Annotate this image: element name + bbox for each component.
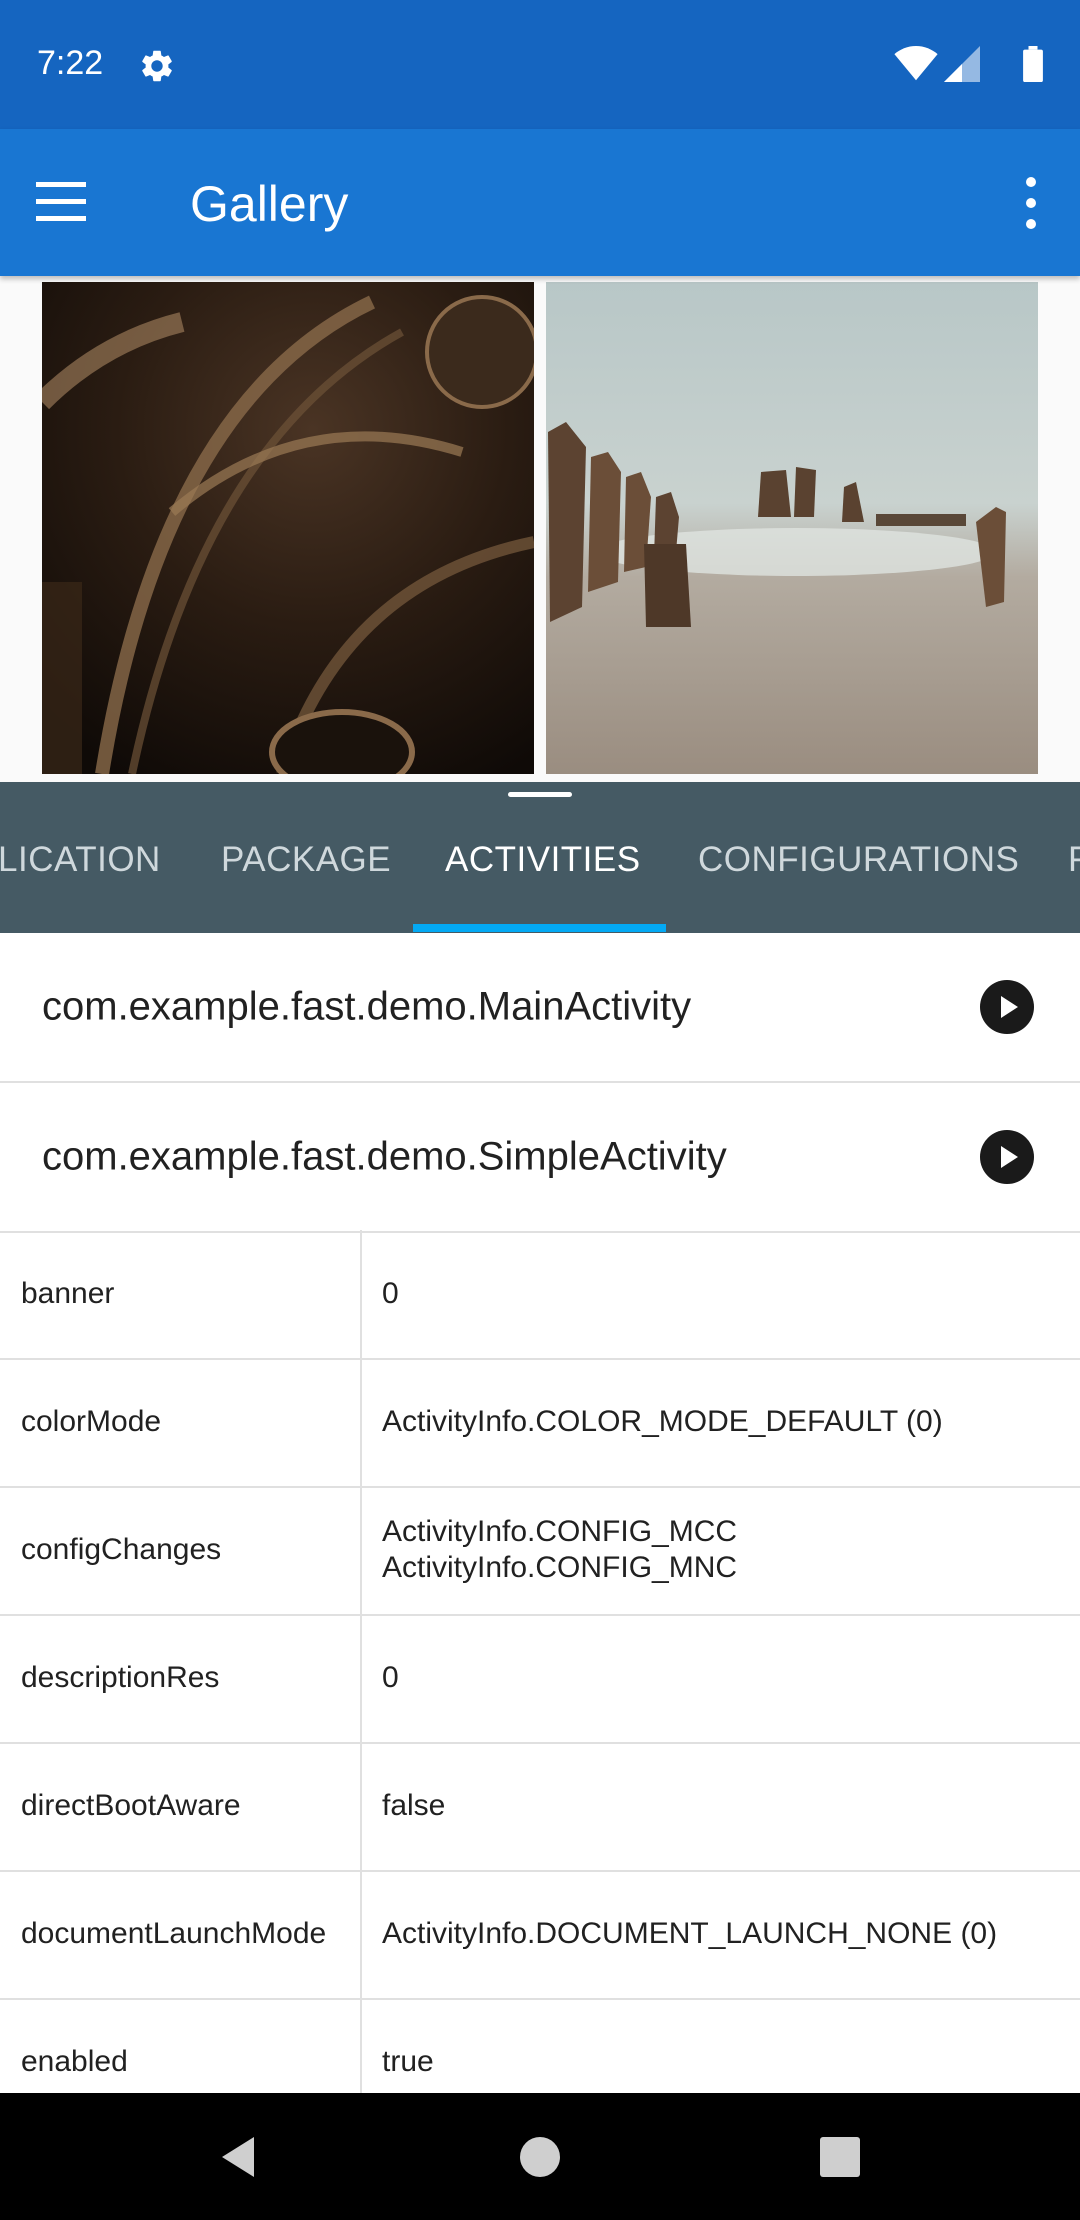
status-icons — [894, 46, 1044, 82]
menu-icon[interactable] — [36, 174, 110, 230]
table-row: colorMode ActivityInfo.COLOR_MODE_DEFAUL… — [0, 1358, 1080, 1488]
photo-gallery — [0, 276, 1080, 782]
property-key: configChanges — [21, 1533, 222, 1566]
settings-icon — [138, 47, 176, 85]
property-value: false — [382, 1789, 446, 1822]
property-value: true — [382, 2045, 434, 2078]
recents-icon[interactable] — [816, 2133, 864, 2181]
property-key: banner — [21, 1277, 115, 1310]
tab-indicator — [413, 924, 666, 932]
table-row: configChanges ActivityInfo.CONFIG_MCC Ac… — [0, 1486, 1080, 1616]
page-title: Gallery — [190, 176, 349, 232]
activity-row[interactable]: com.example.fast.demo.SimpleActivity — [0, 1083, 1080, 1233]
beach-posts-photo[interactable] — [546, 282, 1038, 774]
status-bar: 7:22 — [0, 0, 1080, 129]
properties-table: banner 0 colorMode ActivityInfo.COLOR_MO… — [0, 1230, 1080, 2093]
navigation-bar — [0, 2093, 1080, 2220]
table-row: documentLaunchMode ActivityInfo.DOCUMENT… — [0, 1870, 1080, 2000]
property-key: enabled — [21, 2045, 128, 2078]
property-value: 0 — [382, 1661, 399, 1694]
tab-configurations[interactable]: CONFIGURATIONS — [698, 782, 1019, 933]
bottom-sheet-header: LICATION PACKAGE ACTIVITIES CONFIGURATIO… — [0, 782, 1080, 933]
tab-activities[interactable]: ACTIVITIES — [445, 782, 641, 933]
property-key: directBootAware — [21, 1789, 241, 1822]
tab-next[interactable]: F — [1068, 782, 1080, 933]
battery-icon — [1023, 46, 1043, 82]
property-value: 0 — [382, 1277, 399, 1310]
back-icon[interactable] — [216, 2133, 264, 2181]
property-key: documentLaunchMode — [21, 1917, 327, 1950]
cell-signal-icon — [944, 46, 980, 82]
wifi-icon — [894, 46, 938, 81]
status-time: 7:22 — [37, 44, 104, 82]
activity-row[interactable]: com.example.fast.demo.MainActivity — [0, 933, 1080, 1083]
play-circle-icon[interactable] — [980, 980, 1034, 1034]
property-key: colorMode — [21, 1405, 162, 1438]
table-row: descriptionRes 0 — [0, 1614, 1080, 1744]
tab-application[interactable]: LICATION — [0, 782, 161, 933]
cathedral-ceiling-photo[interactable] — [42, 282, 534, 774]
property-key: descriptionRes — [21, 1661, 220, 1694]
tab-package[interactable]: PACKAGE — [221, 782, 391, 933]
play-circle-icon[interactable] — [980, 1130, 1034, 1184]
property-value: ActivityInfo.COLOR_MODE_DEFAULT (0) — [382, 1405, 943, 1438]
app-bar: Gallery — [0, 129, 1080, 276]
table-row: banner 0 — [0, 1230, 1080, 1360]
table-row: enabled true — [0, 1998, 1080, 2093]
home-icon[interactable] — [516, 2133, 564, 2181]
property-value: ActivityInfo.CONFIG_MCC ActivityInfo.CON… — [382, 1515, 738, 1584]
activity-name: com.example.fast.demo.MainActivity — [42, 984, 692, 1029]
activity-name: com.example.fast.demo.SimpleActivity — [42, 1134, 727, 1179]
table-row: directBootAware false — [0, 1742, 1080, 1872]
property-value: ActivityInfo.DOCUMENT_LAUNCH_NONE (0) — [382, 1917, 998, 1950]
more-vert-icon[interactable] — [1010, 173, 1052, 233]
